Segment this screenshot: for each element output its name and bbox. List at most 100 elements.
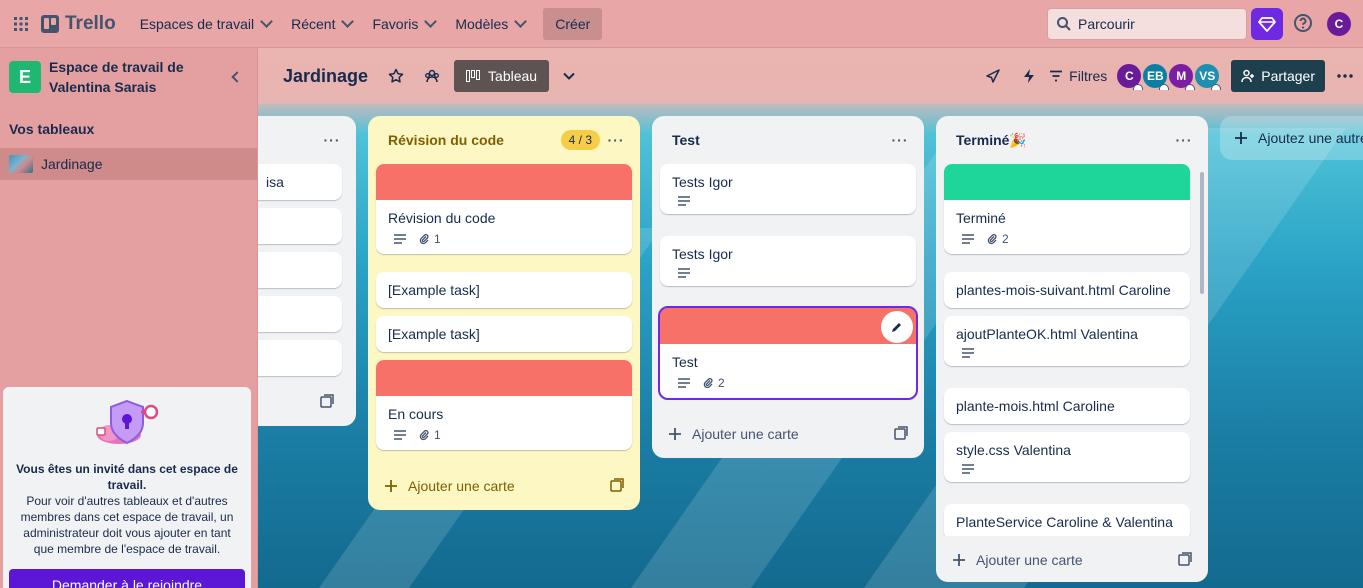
add-card-button[interactable]: Ajouter une carte xyxy=(944,542,1200,578)
search-input[interactable] xyxy=(1078,16,1228,32)
card-template-icon[interactable] xyxy=(894,425,908,443)
list-menu-icon[interactable]: ··· xyxy=(1172,132,1196,148)
list-title[interactable]: Test xyxy=(672,132,700,148)
add-list-button[interactable]: Ajoutez une autre xyxy=(1220,116,1363,160)
grid-icon[interactable] xyxy=(5,8,37,40)
card-title: Révision du code xyxy=(388,210,496,226)
list-title[interactable]: Révision du code xyxy=(388,132,504,148)
card-title: ajoutPlanteOK.html Valentina xyxy=(956,326,1138,342)
card-cover xyxy=(660,308,916,344)
card[interactable] xyxy=(258,340,342,376)
card[interactable]: [Example task] xyxy=(376,316,632,352)
description-icon xyxy=(394,234,406,244)
board-title[interactable]: Jardinage xyxy=(283,66,368,87)
automation-icon[interactable] xyxy=(1015,62,1043,90)
card[interactable]: Tests Igor xyxy=(660,164,916,214)
share-label: Partager xyxy=(1261,68,1315,84)
guest-notice-text: Pour voir d'autres tableaux et d'autres … xyxy=(20,494,234,556)
card[interactable]: Révision du code 1 xyxy=(376,164,632,254)
diamond-icon[interactable] xyxy=(1251,8,1283,40)
boards-heading: Vos tableaux xyxy=(9,121,95,137)
member-avatar[interactable]: C xyxy=(1115,62,1144,90)
paperclip-icon xyxy=(987,233,997,245)
member-avatar[interactable]: M xyxy=(1167,62,1196,90)
chevron-down-icon xyxy=(341,14,355,28)
card[interactable]: plantes-mois-suivant.html Caroline xyxy=(944,272,1190,308)
user-avatar[interactable]: C xyxy=(1327,12,1351,36)
attachment-badge: 1 xyxy=(418,428,441,442)
card[interactable] xyxy=(258,296,342,332)
workspace-visibility-icon[interactable] xyxy=(418,62,446,90)
workspace-name[interactable]: Espace de travail de Valentina Sarais xyxy=(49,57,209,97)
attachment-count: 2 xyxy=(1002,232,1009,246)
card[interactable]: [Example task] xyxy=(376,272,632,308)
filter-button[interactable]: Filtres xyxy=(1049,68,1107,84)
plus-icon xyxy=(385,480,397,492)
list-title[interactable]: Terminé🎉 xyxy=(956,132,1027,149)
description-icon xyxy=(962,234,974,244)
card[interactable]: Terminé 2 xyxy=(944,164,1190,254)
card[interactable]: isa xyxy=(258,164,342,200)
list-menu-icon[interactable]: ··· xyxy=(604,132,628,148)
plus-icon xyxy=(953,554,965,566)
card[interactable] xyxy=(258,208,342,244)
card[interactable]: PlanteService Caroline & Valentina xyxy=(944,504,1190,536)
attachment-count: 2 xyxy=(718,376,725,390)
card[interactable]: ajoutPlanteOK.html Valentina xyxy=(944,316,1190,366)
nav-recent[interactable]: Récent xyxy=(281,8,362,40)
add-card-button[interactable] xyxy=(258,384,342,420)
more-options-icon[interactable] xyxy=(1329,60,1361,92)
power-ups-icon[interactable] xyxy=(979,62,1007,90)
filter-icon xyxy=(1050,70,1063,82)
star-icon[interactable] xyxy=(382,62,410,90)
board-header: Jardinage Tableau Filtres C EB M VS Part… xyxy=(258,48,1363,104)
nav-workspaces[interactable]: Espaces de travail xyxy=(130,8,281,40)
add-card-button[interactable]: Ajouter une carte xyxy=(660,416,916,452)
card-cover xyxy=(376,360,632,396)
create-button[interactable]: Créer xyxy=(543,7,603,40)
board-view-button[interactable]: Tableau xyxy=(454,60,550,92)
add-card-button[interactable]: Ajouter une carte xyxy=(376,468,632,504)
filter-label: Filtres xyxy=(1069,68,1108,84)
share-button[interactable]: Partager xyxy=(1231,60,1325,92)
card-template-icon[interactable] xyxy=(1178,551,1192,569)
request-join-button[interactable]: Demander à le rejoindre xyxy=(9,569,245,588)
help-icon[interactable] xyxy=(1292,12,1314,34)
card-template-icon[interactable] xyxy=(320,393,334,411)
card-cover xyxy=(376,164,632,200)
list-test: Test ··· Tests Igor Tests Igor Test 2 Aj… xyxy=(652,116,924,458)
paperclip-icon xyxy=(703,377,713,389)
list-menu-icon[interactable]: ··· xyxy=(888,132,912,148)
member-avatar[interactable]: VS xyxy=(1193,62,1222,90)
board-view-icon xyxy=(466,70,481,82)
card[interactable]: En cours 1 xyxy=(376,360,632,450)
list-scrollbar[interactable] xyxy=(1200,172,1204,294)
list-header: Révision du code 4 / 3 ··· xyxy=(368,116,640,164)
search-box[interactable] xyxy=(1047,8,1247,40)
list-menu-icon[interactable]: ··· xyxy=(320,132,344,148)
guest-notice: Vous êtes un invité dans cet espace de t… xyxy=(3,387,251,588)
trello-logo[interactable]: Trello xyxy=(41,13,116,35)
edit-card-button[interactable] xyxy=(881,311,913,343)
chevron-down-icon[interactable] xyxy=(555,62,583,90)
card[interactable] xyxy=(258,252,342,288)
card[interactable]: Tests Igor xyxy=(660,236,916,286)
card-title: plante-mois.html Caroline xyxy=(956,398,1115,414)
security-shield-illustration xyxy=(89,397,165,457)
sidebar-item-label: Jardinage xyxy=(41,156,103,172)
card-hovered[interactable]: Test 2 xyxy=(658,306,918,400)
member-avatar[interactable]: EB xyxy=(1141,62,1170,90)
nav-starred[interactable]: Favoris xyxy=(362,8,445,40)
card-title: plantes-mois-suivant.html Caroline xyxy=(956,282,1171,298)
nav-templates[interactable]: Modèles xyxy=(445,8,535,40)
card-title: Terminé xyxy=(956,210,1006,226)
description-icon xyxy=(394,430,406,440)
card[interactable]: plante-mois.html Caroline xyxy=(944,388,1190,424)
card-template-icon[interactable] xyxy=(610,477,624,495)
collapse-sidebar-button[interactable] xyxy=(223,65,247,89)
trello-logo-icon xyxy=(41,14,59,33)
card[interactable]: style.css Valentina xyxy=(944,432,1190,482)
card-limit-badge: 4 / 3 xyxy=(560,130,600,150)
sidebar-item-jardinage[interactable]: Jardinage xyxy=(0,148,257,180)
attachment-count: 1 xyxy=(434,232,441,246)
